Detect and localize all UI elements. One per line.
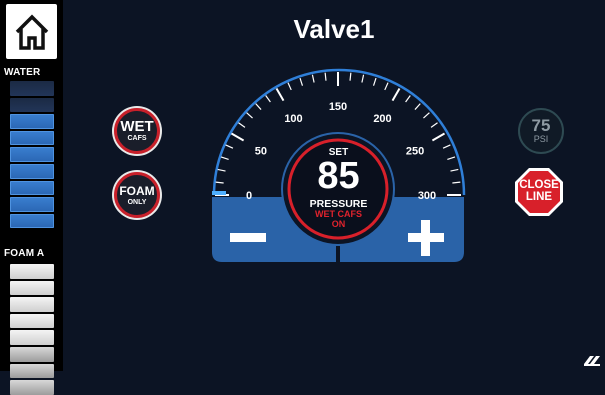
gauge-tick xyxy=(450,168,459,172)
close-line-text-2: LINE xyxy=(525,191,553,203)
gauge-tick-label: 250 xyxy=(406,146,424,158)
wet-cafs-button[interactable]: WET CAFS xyxy=(114,108,160,154)
gauge-tick xyxy=(265,95,271,103)
psi-preset-value: 75 xyxy=(531,116,551,135)
foam-only-sublabel: ONLY xyxy=(127,198,147,206)
minus-icon xyxy=(230,233,266,242)
gauge-tick xyxy=(324,72,327,81)
gauge-tick xyxy=(220,156,229,161)
gauge-tick xyxy=(423,112,430,119)
close-line-text-1: CLOSE xyxy=(519,179,559,191)
close-line-button[interactable]: CLOSE LINE xyxy=(514,167,564,217)
gauge-tick-label: 200 xyxy=(373,113,391,125)
gauge-tick xyxy=(391,87,401,102)
gauge-tick xyxy=(230,132,245,142)
gauge-tick xyxy=(349,72,352,81)
gauge-tick xyxy=(361,74,365,83)
gauge-tick-label: 300 xyxy=(418,190,436,202)
gauge-tick xyxy=(287,82,292,91)
gauge-tick-label: 150 xyxy=(329,101,347,113)
gauge-tick xyxy=(217,168,226,172)
gauge-tick xyxy=(215,181,224,184)
gauge-tick xyxy=(225,144,234,149)
set-pressure-value[interactable]: 85 xyxy=(282,156,395,196)
gauge-tick-label: 0 xyxy=(246,190,252,202)
plus-icon xyxy=(408,220,444,256)
gauge-tick xyxy=(414,103,421,110)
gauge-tick xyxy=(255,103,262,110)
gauge-tick xyxy=(430,122,438,128)
foam-only-label: FOAM xyxy=(119,183,155,198)
gauge-tick xyxy=(431,132,446,142)
gauge-tick xyxy=(442,144,451,149)
psi-preset-button[interactable]: 75 PSI xyxy=(518,108,564,154)
mode-status-line1: WET CAFS xyxy=(315,209,362,219)
psi-preset-unit: PSI xyxy=(533,134,549,144)
pressure-indicator xyxy=(212,191,226,195)
gauge-tick xyxy=(384,82,389,91)
gauge-tick xyxy=(405,95,411,103)
wet-cafs-sublabel: CAFS xyxy=(127,134,147,142)
gauge-tick xyxy=(452,181,461,184)
brand-logo xyxy=(584,356,600,366)
mode-status: WET CAFS ON xyxy=(282,209,395,229)
gauge-tick xyxy=(275,87,285,102)
gauge-tick-label: 100 xyxy=(284,113,302,125)
gauge-tick xyxy=(372,77,377,86)
wet-cafs-label: WET xyxy=(120,117,154,135)
foam-only-button[interactable]: FOAM ONLY xyxy=(114,172,160,218)
gauge-tick xyxy=(447,156,456,161)
foam-segment xyxy=(10,380,54,395)
close-line-label: CLOSE LINE xyxy=(514,179,564,203)
mode-status-line2: ON xyxy=(331,219,346,229)
gauge-tick xyxy=(246,112,253,119)
gauge-tick xyxy=(299,77,304,86)
gauge-tick xyxy=(238,122,246,128)
gauge-tick xyxy=(311,74,315,83)
gauge-tick-label: 50 xyxy=(255,146,267,158)
